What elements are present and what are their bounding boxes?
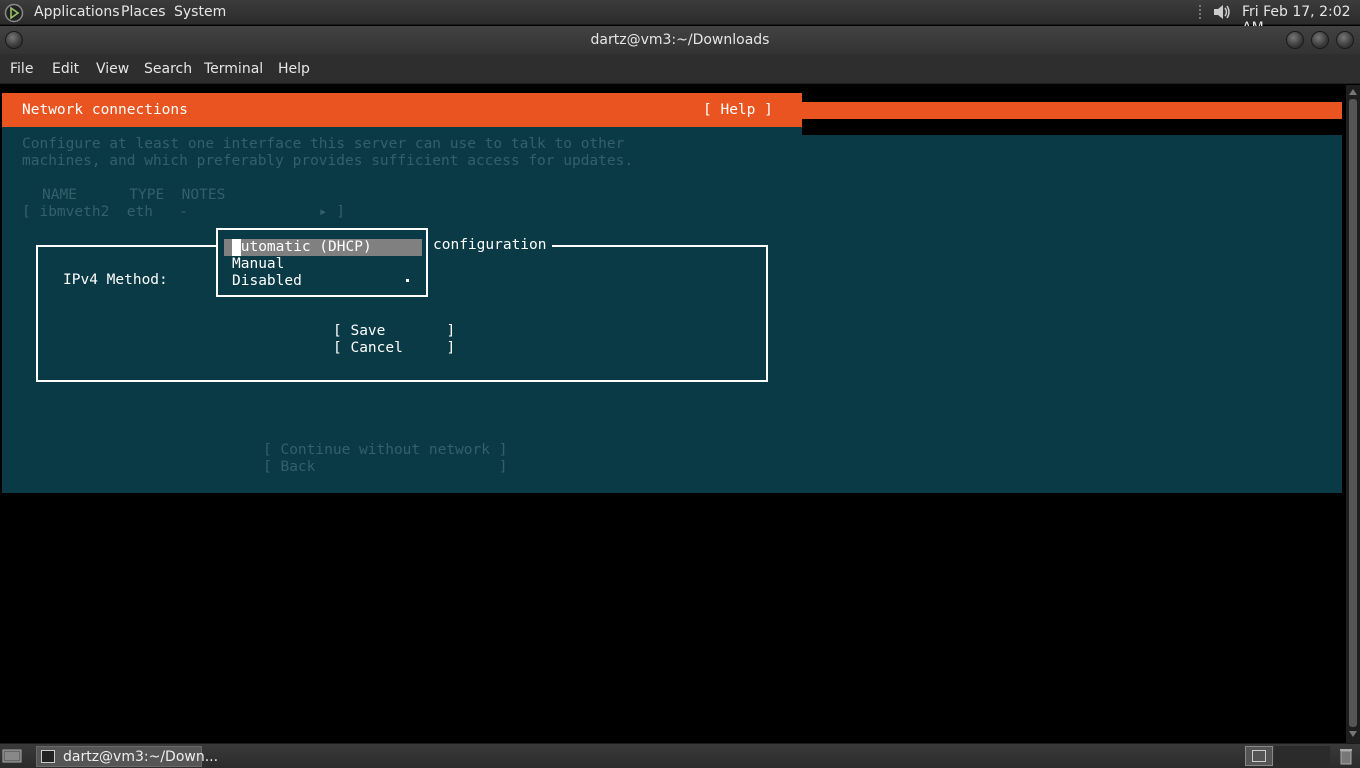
continue-without-network-button[interactable]: [ Continue without network ] xyxy=(263,442,507,458)
menu-search[interactable]: Search xyxy=(144,61,192,77)
window-title: dartz@vm3:~/Downloads xyxy=(590,32,770,48)
description-line-2: machines, and which preferably provides … xyxy=(22,153,634,169)
cancel-button[interactable]: [ Cancel ] xyxy=(333,340,455,356)
menu-places[interactable]: Places xyxy=(121,4,166,20)
taskbar-terminal-item[interactable]: dartz@vm3:~/Down... xyxy=(36,746,218,767)
scroll-down-icon[interactable] xyxy=(1349,731,1357,737)
workspace-window-icon xyxy=(1252,750,1266,762)
panel-separator xyxy=(1199,5,1201,19)
terminal-area[interactable]: Network connections [ Help ] Configure a… xyxy=(0,85,1346,743)
dialog-title: configuration xyxy=(428,237,552,253)
window-titlebar[interactable]: dartz@vm3:~/Downloads xyxy=(0,26,1360,54)
menu-view[interactable]: View xyxy=(96,61,129,77)
option-automatic-dhcp[interactable]: Automatic (DHCP) xyxy=(224,239,422,256)
minimize-button[interactable] xyxy=(1286,31,1304,49)
interface-column-headers: NAME TYPE NOTES xyxy=(42,187,226,203)
scrollbar-thumb[interactable] xyxy=(1349,99,1357,727)
ipv4-method-dropdown[interactable]: Automatic (DHCP) Manual Disabled xyxy=(216,228,428,297)
save-button[interactable]: [ Save ] xyxy=(333,323,455,339)
workspace-2[interactable] xyxy=(1274,746,1330,766)
option-manual[interactable]: Manual xyxy=(232,256,284,272)
menu-terminal[interactable]: Terminal xyxy=(204,61,263,77)
show-desktop-icon[interactable] xyxy=(2,748,22,764)
maximize-button[interactable] xyxy=(1311,31,1329,49)
scroll-up-icon[interactable] xyxy=(1349,89,1357,95)
trash-icon[interactable] xyxy=(1338,747,1354,765)
help-button[interactable]: [ Help ] xyxy=(703,102,773,118)
description-line-1: Configure at least one interface this se… xyxy=(22,136,625,152)
menu-help[interactable]: Help xyxy=(278,61,310,77)
option-disabled[interactable]: Disabled xyxy=(232,273,302,289)
installer-title: Network connections xyxy=(22,102,188,118)
bottom-taskbar: dartz@vm3:~/Down... xyxy=(0,743,1360,768)
header-stripe xyxy=(802,102,1342,119)
top-panel: Applications Places System Fri Feb 17, 2… xyxy=(0,0,1360,36)
terminal-scrollbar[interactable] xyxy=(1346,85,1360,743)
dropdown-indicator-icon xyxy=(406,279,409,282)
gnome-foot-icon[interactable] xyxy=(4,3,24,23)
volume-icon[interactable] xyxy=(1211,2,1233,22)
interface-row[interactable]: [ ibmveth2 eth - ▸ ] xyxy=(22,204,345,220)
menu-system[interactable]: System xyxy=(174,4,226,20)
close-button[interactable] xyxy=(1336,31,1354,49)
ipv4-method-label: IPv4 Method: xyxy=(63,272,168,288)
taskbar-item-label: dartz@vm3:~/Down... xyxy=(63,749,219,765)
text-cursor xyxy=(232,239,241,256)
back-button[interactable]: [ Back ] xyxy=(263,459,507,475)
menu-applications[interactable]: Applications xyxy=(34,4,120,20)
menu-edit[interactable]: Edit xyxy=(52,61,79,77)
terminal-icon xyxy=(41,750,55,763)
workspace-1[interactable] xyxy=(1245,746,1273,766)
menu-file[interactable]: File xyxy=(10,61,33,77)
terminal-menubar: File Edit View Search Terminal Help xyxy=(0,54,1360,84)
